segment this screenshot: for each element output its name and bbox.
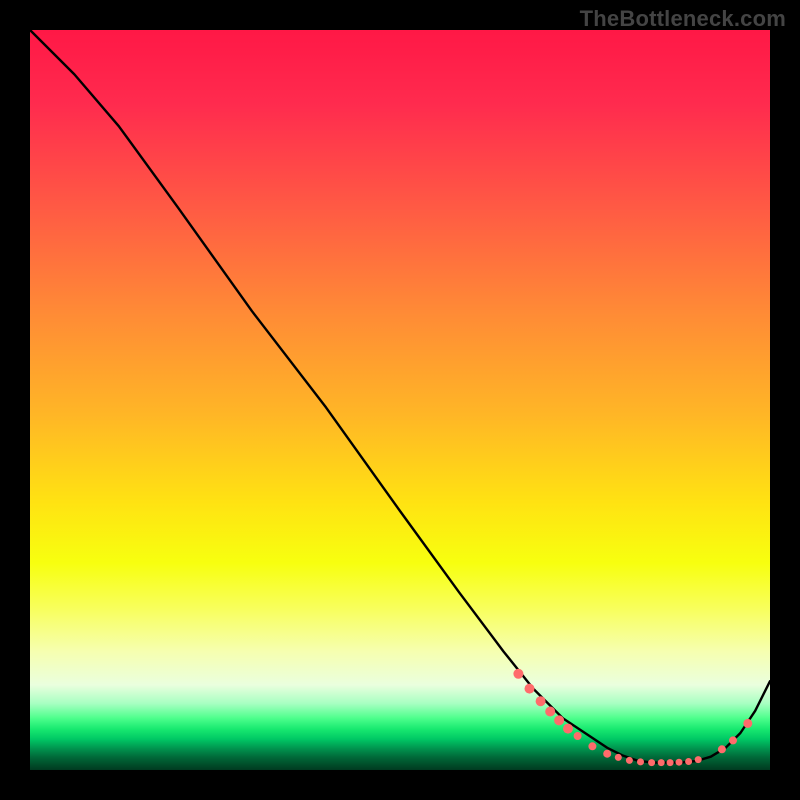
- marker-dot: [545, 707, 555, 717]
- chart-frame: TheBottleneck.com: [0, 0, 800, 800]
- watermark-text: TheBottleneck.com: [580, 6, 786, 32]
- marker-dot: [615, 754, 622, 761]
- marker-dot: [718, 745, 726, 753]
- marker-dot: [513, 669, 523, 679]
- marker-dot: [676, 759, 683, 766]
- marker-dot: [637, 758, 644, 765]
- marker-dot: [554, 715, 564, 725]
- marker-dot: [729, 736, 737, 744]
- marker-dot: [667, 759, 674, 766]
- marker-dot: [563, 724, 573, 734]
- plot-area: [30, 30, 770, 770]
- marker-dot: [648, 759, 655, 766]
- marker-dot: [536, 696, 546, 706]
- marker-dot: [525, 684, 535, 694]
- marker-dot: [695, 756, 702, 763]
- curve-layer: [30, 30, 770, 770]
- marker-dot: [658, 759, 665, 766]
- curve-markers: [513, 669, 752, 766]
- marker-dot: [743, 719, 752, 728]
- marker-dot: [626, 757, 633, 764]
- marker-dot: [685, 758, 692, 765]
- bottleneck-curve: [30, 30, 770, 763]
- marker-dot: [574, 732, 582, 740]
- marker-dot: [603, 750, 611, 758]
- marker-dot: [588, 742, 596, 750]
